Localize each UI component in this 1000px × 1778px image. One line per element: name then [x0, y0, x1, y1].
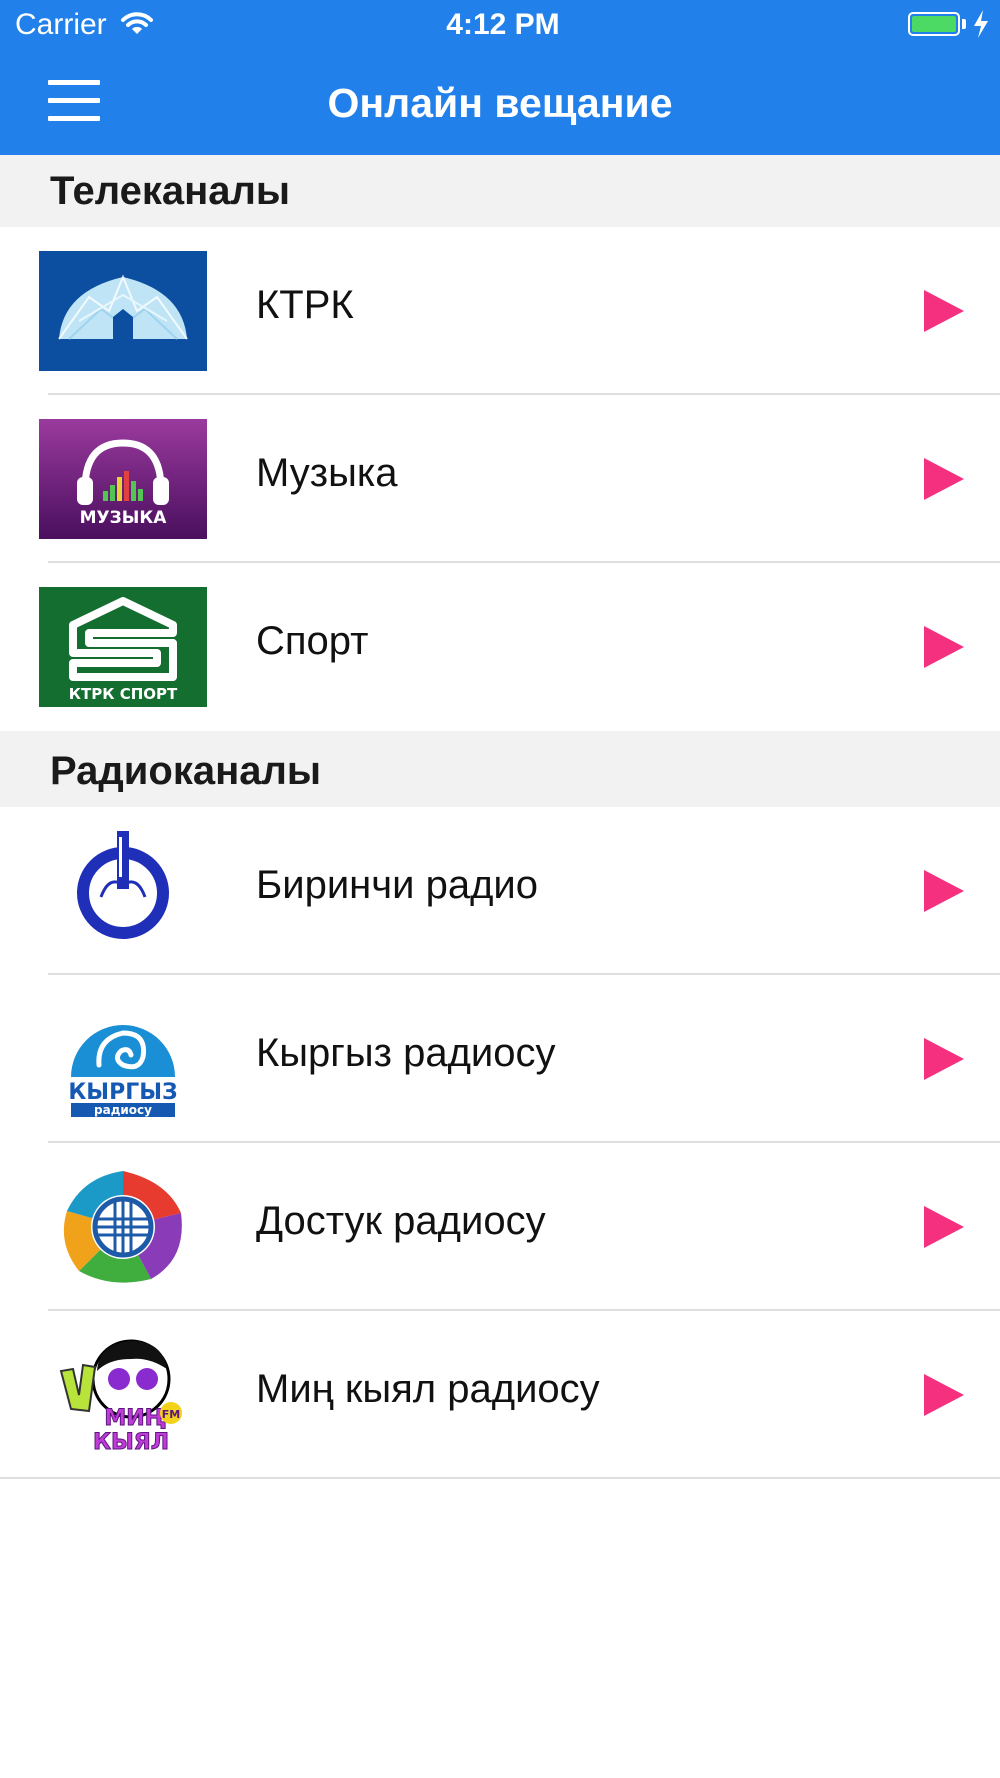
- logo-text: МИҢ: [104, 1406, 165, 1431]
- play-icon[interactable]: [922, 1204, 966, 1250]
- status-time: 4:12 PM: [446, 8, 560, 41]
- play-icon[interactable]: [922, 456, 966, 502]
- section-header-radio: Радиоканалы: [0, 731, 1000, 807]
- min-kyyal-radiosu-logo: МИҢ КЫЯЛ FM: [59, 1339, 182, 1455]
- section-header-tv: Телеканалы: [0, 155, 1000, 227]
- logo-badge: FM: [162, 1408, 180, 1421]
- ktrk-sport-logo: КТРК СПОРТ: [39, 587, 207, 707]
- battery-cap: [962, 19, 966, 29]
- battery-icon: [908, 12, 960, 36]
- section-title: Радиоканалы: [50, 749, 322, 793]
- navigation-bar: Carrier 4:12 PM Онлайн вещание: [0, 0, 1000, 155]
- play-icon[interactable]: [922, 868, 966, 914]
- logo-text: МУЗЫКА: [80, 508, 168, 528]
- channel-row-ktrk[interactable]: КТРК: [0, 227, 1000, 395]
- logo-text: КТРК СПОРТ: [69, 685, 178, 703]
- channel-row-sport[interactable]: КТРК СПОРТ Спорт: [0, 563, 1000, 731]
- dostuk-radiosu-logo: [63, 1171, 182, 1283]
- logo-subtext: радиосу: [94, 1103, 152, 1117]
- birinchi-radio-logo: [77, 831, 169, 939]
- channel-name: Миң кыял радиосу: [256, 1367, 600, 1411]
- charging-bolt-icon: [974, 10, 988, 38]
- play-icon[interactable]: [922, 1372, 966, 1418]
- muzyka-headphones-logo: МУЗЫКА: [39, 419, 207, 539]
- logo-subtext: КЫЯЛ: [93, 1430, 169, 1455]
- channel-name: Спорт: [256, 619, 369, 663]
- channel-row-muzyka[interactable]: МУЗЫКА Музыка: [0, 395, 1000, 563]
- channel-name: Биринчи радио: [256, 863, 538, 907]
- logo-text: КЫРГЫЗ: [68, 1080, 177, 1105]
- page-title: Онлайн вещание: [327, 80, 673, 126]
- channel-name: КТРК: [256, 283, 354, 327]
- section-title: Телеканалы: [50, 169, 291, 213]
- channel-row-min-kyyal-radiosu[interactable]: МИҢ КЫЯЛ FM Миң кыял радиосу: [0, 1311, 1000, 1479]
- channel-name: Кыргыз радиосу: [256, 1031, 556, 1075]
- channel-row-birinchi-radio[interactable]: Биринчи радио: [0, 807, 1000, 975]
- play-icon[interactable]: [922, 624, 966, 670]
- channel-name: Музыка: [256, 451, 398, 495]
- play-icon[interactable]: [922, 288, 966, 334]
- ktrk-yurt-logo: [39, 251, 207, 371]
- channel-row-dostuk-radiosu[interactable]: Достук радиосу: [0, 1143, 1000, 1311]
- play-icon[interactable]: [922, 1036, 966, 1082]
- channel-row-kyrgyz-radiosu[interactable]: КЫРГЫЗ радиосу Кыргыз радиосу: [0, 975, 1000, 1143]
- row-separator: [0, 1477, 1000, 1479]
- channel-name: Достук радиосу: [256, 1199, 546, 1243]
- kyrgyz-radiosu-logo: КЫРГЫЗ радиосу: [68, 1010, 178, 1117]
- status-bar: Carrier 4:12 PM: [0, 0, 1000, 50]
